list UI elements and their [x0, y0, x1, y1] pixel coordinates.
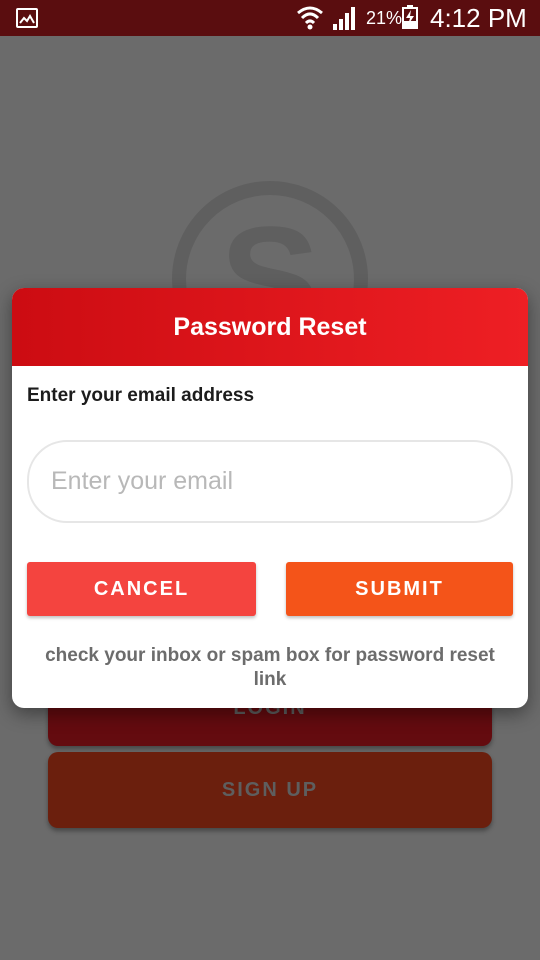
battery-percent: 21%	[366, 8, 403, 28]
cancel-button[interactable]: CANCEL	[27, 562, 256, 616]
battery-charging-icon	[402, 5, 418, 29]
reset-note: check your inbox or spam box for passwor…	[45, 645, 495, 690]
dialog-title: Password Reset	[173, 312, 367, 341]
clock: 4:12 PM	[430, 3, 527, 33]
password-reset-dialog: Password Reset Enter your email address …	[12, 288, 528, 708]
sign-up-button: SIGN UP	[48, 752, 492, 828]
wifi-icon	[297, 6, 323, 30]
email-label: Enter your email address	[27, 385, 255, 406]
gallery-icon	[16, 8, 38, 28]
signal-icon	[333, 7, 355, 30]
dialog-header: Password Reset	[12, 288, 528, 366]
submit-button[interactable]: SUBMIT	[286, 562, 513, 616]
email-input[interactable]	[27, 440, 513, 523]
status-bar: 21% 4:12 PM	[0, 0, 540, 36]
